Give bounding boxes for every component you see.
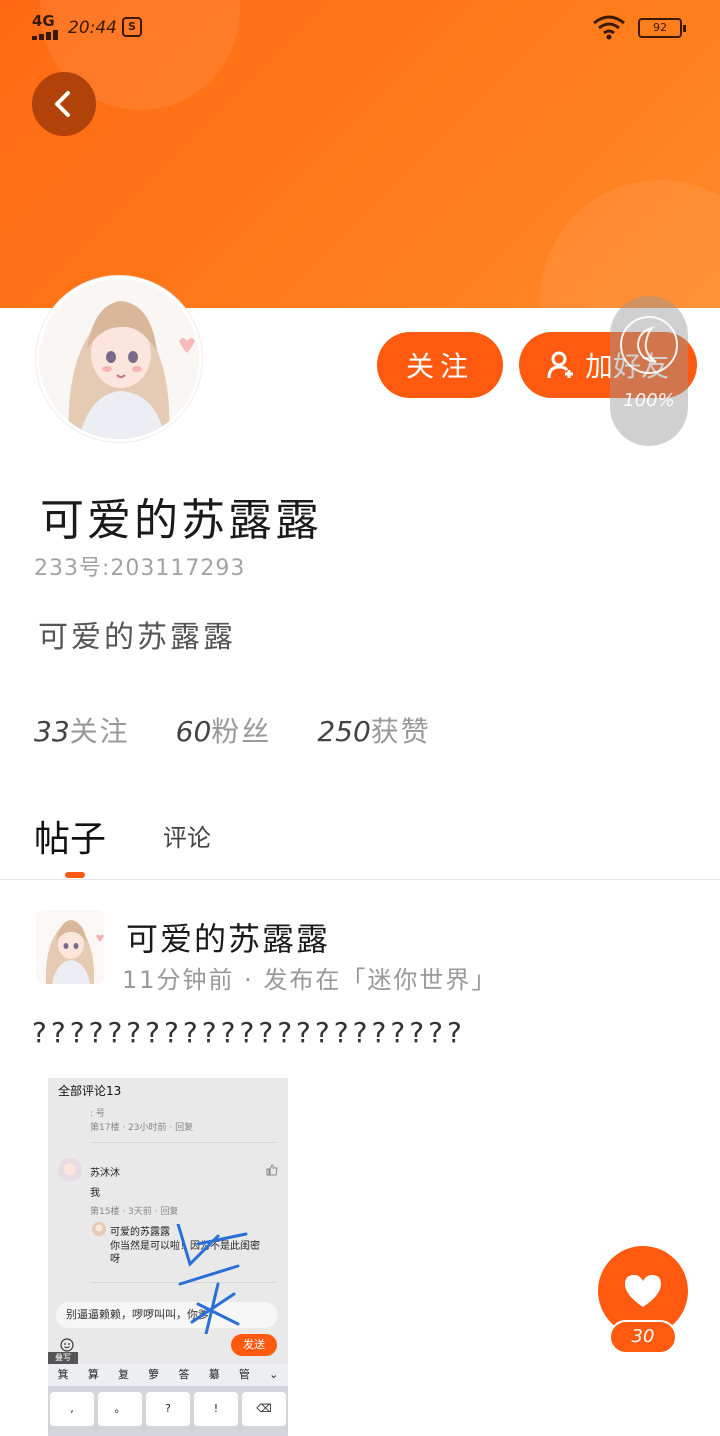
image-divider — [90, 1142, 276, 1143]
active-tab-indicator — [65, 872, 85, 878]
image-key: ! — [194, 1392, 238, 1426]
backspace-icon: ⌫ — [242, 1392, 286, 1426]
image-floor-meta: 第15楼 · 3天前 · 回复 — [90, 1207, 179, 1217]
add-user-icon — [547, 351, 573, 379]
wifi-icon — [593, 15, 625, 40]
chevron-down-icon: ⌄ — [269, 1368, 279, 1381]
avatar-illustration — [36, 910, 104, 984]
stat-followers[interactable]: 60粉丝 — [176, 710, 272, 750]
profile-stats: 33关注 60粉丝 250获赞 — [34, 710, 431, 750]
image-avatar — [92, 1222, 106, 1236]
follow-button[interactable]: 关注 — [377, 332, 503, 398]
image-candidates: 箕 算 复 箩 答 纂 管 ⌄ — [48, 1364, 288, 1386]
image-candidate: 管 — [238, 1368, 250, 1381]
stat-label: 获赞 — [370, 715, 431, 748]
follow-button-label: 关注 — [405, 350, 474, 383]
image-text: : 号 — [90, 1109, 105, 1119]
like-count: 30 — [609, 1320, 677, 1354]
widget-percent: 100% — [623, 390, 675, 411]
image-reply-author: 可爱的苏露露 — [110, 1227, 170, 1238]
banner-decoration — [540, 180, 720, 308]
image-candidate: 纂 — [208, 1368, 220, 1381]
avatar-illustration — [39, 279, 199, 439]
tab-comments[interactable]: 评论 — [163, 818, 211, 853]
image-key: ? — [146, 1392, 190, 1426]
handwriting-scribble — [176, 1224, 248, 1334]
image-key-row: , 。 ? ! ⌫ — [48, 1392, 288, 1426]
divider — [0, 879, 720, 880]
post-text: ??????????????????????? — [32, 1016, 466, 1049]
stat-value: 60 — [175, 715, 212, 748]
clock: 20:44 — [68, 18, 117, 38]
floating-assistant-widget[interactable]: 100% — [610, 296, 688, 446]
stat-value: 250 — [317, 715, 371, 748]
post-author-name[interactable]: 可爱的苏露露 — [126, 914, 330, 960]
stat-label: 关注 — [69, 715, 130, 748]
image-candidate: 复 — [118, 1368, 130, 1381]
moon-icon — [620, 316, 678, 374]
image-key: 。 — [98, 1392, 142, 1426]
stat-value: 33 — [34, 715, 70, 748]
post-meta: 11分钟前 · 发布在「迷你世界」 — [122, 966, 498, 994]
image-avatar — [58, 1158, 82, 1182]
app-notification-icon: S — [122, 17, 142, 37]
signal-icon — [32, 30, 62, 40]
post-image[interactable]: 全部评论13 : 号 第17楼 · 23小时前 · 回复 苏沐沐 我 第15楼 … — [48, 1078, 288, 1436]
back-button[interactable] — [32, 72, 96, 136]
tab-posts[interactable]: 帖子 — [34, 810, 106, 862]
image-candidate: 箕 — [57, 1368, 69, 1381]
stat-following[interactable]: 33关注 — [34, 710, 130, 750]
image-comment: 我 — [90, 1188, 100, 1199]
emoji-icon — [60, 1338, 74, 1352]
image-key: , — [50, 1392, 94, 1426]
image-floor-meta: 第17楼 · 23小时前 · 回复 — [90, 1123, 194, 1133]
chevron-left-icon — [55, 91, 70, 117]
avatar[interactable] — [36, 276, 202, 442]
image-candidate: 答 — [178, 1368, 190, 1381]
post-author-avatar[interactable] — [36, 910, 104, 984]
battery-icon: 92 — [638, 18, 686, 38]
status-bar: 4G 20:44 S 92 — [0, 0, 720, 56]
image-comments-title: 全部评论13 — [58, 1084, 122, 1098]
heart-icon — [625, 1275, 661, 1307]
profile-bio: 可爱的苏露露 — [38, 620, 236, 655]
image-candidate: 箩 — [148, 1368, 160, 1381]
profile-name: 可爱的苏露露 — [40, 495, 322, 546]
stat-label: 粉丝 — [211, 715, 272, 748]
profile-id: 233号:203117293 — [34, 556, 246, 581]
thumbs-up-icon — [266, 1164, 278, 1176]
image-candidate: 算 — [87, 1368, 99, 1381]
image-commenter: 苏沐沐 — [90, 1168, 120, 1179]
network-indicator: 4G — [32, 12, 55, 30]
image-draft-label: 叠写 — [48, 1352, 78, 1364]
stat-likes[interactable]: 250获赞 — [317, 710, 430, 750]
image-send-button: 发送 — [231, 1334, 277, 1356]
image-keyboard: 箕 算 复 箩 答 纂 管 ⌄ , 。 ? ! ⌫ — [48, 1364, 288, 1436]
